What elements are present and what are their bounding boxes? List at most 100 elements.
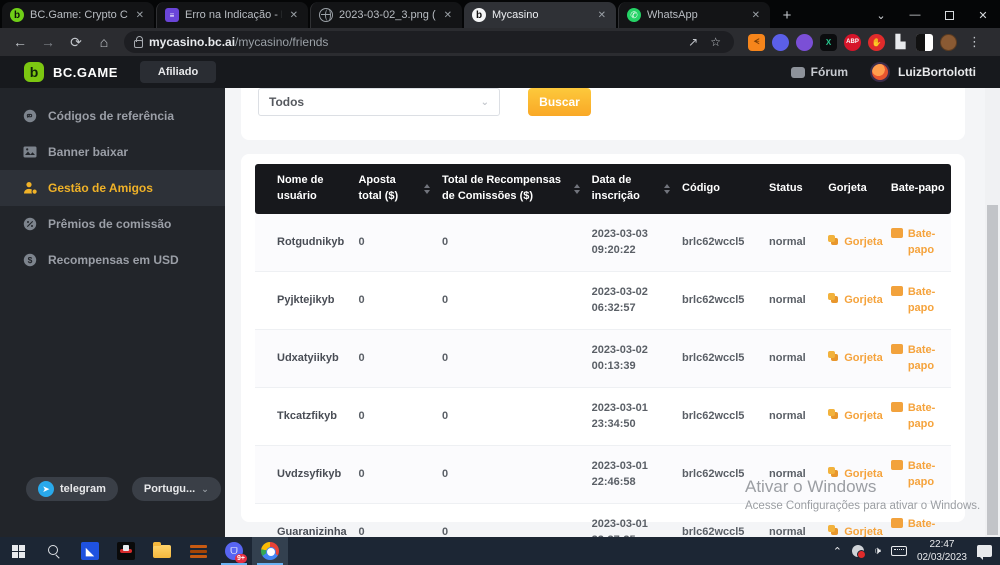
- tab-close-icon[interactable]: ✕: [596, 10, 608, 21]
- browser-tab-strip: b BC.Game: Crypto Casino Gam ✕ ≡ Erro na…: [0, 0, 1000, 28]
- notification-center-icon[interactable]: [977, 545, 992, 557]
- back-icon[interactable]: ←: [8, 30, 32, 54]
- sort-icon[interactable]: [574, 184, 580, 194]
- friend-type-select[interactable]: Todos ⌄: [258, 88, 500, 116]
- taskbar-discord[interactable]: ᗜ9+: [216, 537, 252, 565]
- x-extension-icon[interactable]: X: [820, 34, 837, 51]
- browser-tab[interactable]: ✆ WhatsApp ✕: [618, 2, 770, 28]
- forward-icon[interactable]: →: [36, 30, 60, 54]
- affiliate-nav-button[interactable]: Afiliado: [140, 61, 216, 83]
- col-commission-total[interactable]: Total de Recompensas de Comissões ($): [436, 164, 586, 214]
- window-restore-button[interactable]: [932, 2, 966, 28]
- tray-status-icon[interactable]: [852, 545, 864, 557]
- browser-tab[interactable]: b BC.Game: Crypto Casino Gam ✕: [2, 2, 154, 28]
- sort-icon[interactable]: [424, 184, 430, 194]
- tab-title: Erro na Indicação - BC.Game: [185, 9, 282, 21]
- sidebar-item-label: Banner baixar: [48, 145, 128, 159]
- browser-menu-icon[interactable]: ⋮: [964, 34, 985, 50]
- bcgame-logo-icon[interactable]: b: [24, 62, 44, 82]
- keyboard-icon[interactable]: [891, 546, 907, 556]
- home-icon[interactable]: ⌂: [92, 30, 116, 54]
- reload-icon[interactable]: ⟳: [64, 30, 88, 54]
- cell-code: brlc62wccl5: [676, 387, 763, 445]
- tab-close-icon[interactable]: ✕: [750, 10, 762, 21]
- taskbar-chrome[interactable]: [252, 537, 288, 565]
- sidebar-item-commission-rewards[interactable]: Prêmios de comissão: [0, 206, 225, 242]
- chat-button[interactable]: Bate-papo: [891, 400, 945, 433]
- forum-chat-icon: [791, 67, 805, 78]
- chat-icon: [891, 286, 903, 296]
- start-button[interactable]: [0, 537, 36, 565]
- windows-logo-icon: [12, 545, 25, 558]
- col-code: Código: [676, 164, 763, 214]
- browser-tab[interactable]: 2023-03-02_3.png (1024×76 ✕: [310, 2, 462, 28]
- search-icon: [48, 545, 60, 557]
- browser-tab[interactable]: ≡ Erro na Indicação - BC.Game ✕: [156, 2, 308, 28]
- share-icon[interactable]: ↗: [685, 35, 701, 49]
- tab-close-icon[interactable]: ✕: [288, 10, 300, 21]
- blocker-hand-icon[interactable]: ✋: [868, 34, 885, 51]
- taskbar-game-app[interactable]: [108, 537, 144, 565]
- profile-avatar[interactable]: [940, 34, 957, 51]
- chat-button[interactable]: Bate-papo: [891, 342, 945, 375]
- site-header: b BC.GAME Afiliado Fórum LuizBortolotti: [0, 56, 1000, 88]
- new-tab-button[interactable]: +: [774, 2, 800, 28]
- col-bet-total[interactable]: Aposta total ($): [352, 164, 436, 214]
- taskbar-amd-app[interactable]: ◣: [72, 537, 108, 565]
- browser-tab-active[interactable]: b Mycasino ✕: [464, 2, 616, 28]
- sidebar-item-banner-download[interactable]: Banner baixar: [0, 134, 225, 170]
- cell-username: Udxatyiikyb: [255, 329, 352, 387]
- taskbar-file-explorer[interactable]: [144, 537, 180, 565]
- chat-button[interactable]: Bate-papo: [891, 284, 945, 317]
- bookmark-star-icon[interactable]: ☆: [707, 35, 724, 49]
- chat-button[interactable]: Bate-papo: [891, 516, 945, 537]
- sort-icon[interactable]: [664, 184, 670, 194]
- adblock-plus-icon[interactable]: ABP: [844, 34, 861, 51]
- volume-icon[interactable]: 🕩: [874, 545, 881, 558]
- taskbar-clock[interactable]: 22:47 02/03/2023: [917, 538, 967, 564]
- discord-badge: 9+: [235, 554, 247, 563]
- tip-button[interactable]: Gorjeta: [828, 408, 879, 425]
- cell-signup-date: 2023-03-0122:46:58: [586, 445, 676, 503]
- bw-extension-icon[interactable]: [916, 34, 933, 51]
- language-selector[interactable]: Portugu... ⌄: [132, 477, 221, 501]
- scrollbar-thumb[interactable]: [987, 205, 998, 535]
- tip-button[interactable]: Gorjeta: [828, 350, 879, 367]
- tab-close-icon[interactable]: ✕: [442, 10, 454, 21]
- sidebar-item-friends-management[interactable]: Gestão de Amigos: [0, 170, 225, 206]
- tray-chevron-up-icon[interactable]: ⌃: [833, 545, 842, 558]
- window-close-button[interactable]: ✕: [966, 2, 1000, 28]
- tab-close-icon[interactable]: ✕: [134, 10, 146, 21]
- watermark-title: Ativar o Windows: [745, 477, 980, 497]
- search-button[interactable]: Buscar: [528, 88, 591, 116]
- taskbar-search-button[interactable]: [36, 537, 72, 565]
- purple-wallet-extension-icon[interactable]: [772, 34, 789, 51]
- sidebar-item-referral-codes[interactable]: Códigos de referência: [0, 98, 225, 134]
- taskbar-striped-app[interactable]: [180, 537, 216, 565]
- forum-link[interactable]: Fórum: [791, 65, 848, 79]
- cell-username: Rotgudnikyb: [255, 214, 352, 272]
- user-avatar[interactable]: [870, 62, 890, 82]
- telegram-button[interactable]: ➤ telegram: [26, 477, 118, 501]
- username-label[interactable]: LuizBortolotti: [898, 65, 976, 79]
- sidebar-item-label: Códigos de referência: [48, 109, 174, 123]
- address-bar[interactable]: mycasino.bc.ai/mycasino/friends ↗ ☆: [124, 31, 734, 53]
- purple-extension-icon[interactable]: [796, 34, 813, 51]
- metamask-extension-icon[interactable]: ᗕ: [748, 34, 765, 51]
- brand-name: BC.GAME: [53, 65, 118, 80]
- sidebar-item-usd-rewards[interactable]: $ Recompensas em USD: [0, 242, 225, 278]
- extensions-puzzle-icon[interactable]: ▙: [892, 34, 909, 51]
- language-label: Portugu...: [144, 483, 195, 495]
- cell-commission: 0: [436, 503, 586, 537]
- tip-button[interactable]: Gorjeta: [828, 524, 879, 537]
- tip-button[interactable]: Gorjeta: [828, 234, 879, 251]
- col-signup-date[interactable]: Data de inscrição: [586, 164, 676, 214]
- tab-search-chevron-icon[interactable]: ⌄: [864, 2, 898, 28]
- tab-title: Mycasino: [492, 9, 590, 21]
- window-minimize-button[interactable]: —: [898, 2, 932, 28]
- table-header-row: Nome de usuário Aposta total ($) Total d…: [255, 164, 951, 214]
- chat-button[interactable]: Bate-papo: [891, 226, 945, 259]
- chat-icon: [891, 402, 903, 412]
- tip-button[interactable]: Gorjeta: [828, 292, 879, 309]
- page-scrollbar[interactable]: [985, 88, 1000, 537]
